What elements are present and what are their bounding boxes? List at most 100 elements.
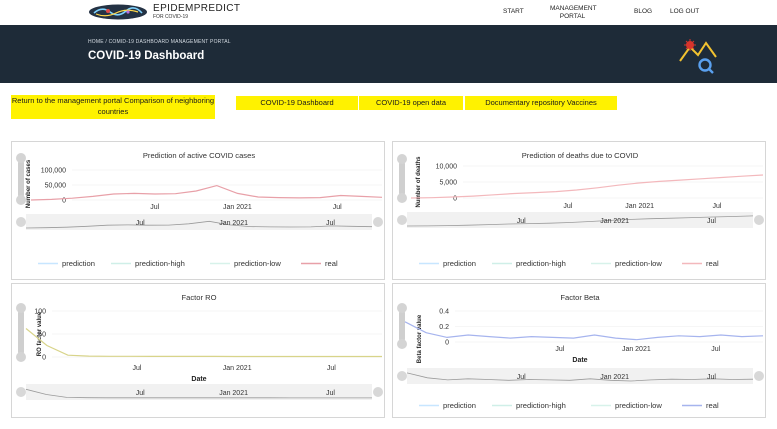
x-tick-label: Jan 2021	[223, 365, 252, 372]
range-left-handle[interactable]	[397, 215, 407, 225]
range-tick-label: Jul	[517, 218, 526, 225]
legend-item-prediction-high: prediction-high	[135, 259, 185, 268]
nav-logout-link[interactable]: LOG OUT	[670, 8, 699, 16]
y-range-slider-bottom-handle[interactable]	[397, 193, 407, 203]
legend-item-prediction-low: prediction-low	[615, 259, 662, 268]
y-range-slider-top-handle[interactable]	[397, 154, 407, 164]
x-tick-label: Jul	[133, 365, 142, 372]
y-range-slider-bottom-handle[interactable]	[397, 339, 407, 349]
deaths-chart[interactable]: Prediction of deaths due to COVID Number …	[393, 142, 767, 281]
series-line-real[interactable]	[25, 328, 382, 358]
range-tick-label: Jan 2021	[600, 374, 629, 381]
nav-blog-link[interactable]: BLOG	[634, 8, 652, 16]
series-line-real[interactable]	[404, 321, 764, 341]
x-axis-label: Date	[572, 357, 587, 364]
epidempredict-emblem-icon	[679, 39, 717, 74]
breadcrumb[interactable]: HOME / COMID-19 DASHBOARD MANAGEMENT POR…	[88, 39, 231, 45]
chart-title: Prediction of active COVID cases	[143, 151, 255, 160]
legend-item-real: real	[706, 401, 719, 410]
chart-title: Factor RO	[181, 293, 216, 302]
nav-management-portal-link[interactable]: MANAGEMENT PORTAL	[550, 5, 597, 22]
r0-chart-panel: Factor RO RO factor value 100 50 0 Jul Jan 202…	[11, 283, 385, 418]
range-right-handle[interactable]	[373, 387, 383, 397]
range-tick-label: Jul	[517, 374, 526, 381]
x-tick-label: Jan 2021	[625, 203, 654, 210]
range-tick-label: Jan 2021	[219, 220, 248, 227]
legend-item-prediction-high: prediction-high	[516, 259, 566, 268]
series-line-real[interactable]	[30, 184, 383, 201]
legend-item-prediction-low: prediction-low	[234, 259, 281, 268]
r0-chart[interactable]: Factor RORO factor value100500Jul Jan 202…	[12, 284, 386, 419]
range-tick-label: Jul	[707, 218, 716, 225]
legend-item-prediction: prediction	[443, 259, 476, 268]
covid-open-data-link[interactable]: COVID-19 open data	[359, 96, 463, 110]
y-tick-label: 0	[445, 340, 449, 347]
y-tick-label: 0.4	[439, 309, 449, 316]
x-tick-label: Jul	[563, 203, 572, 210]
brand-name: EPIDEMPREDICT	[153, 3, 241, 14]
cases-chart-panel: Prediction of active COVID cases Number o…	[11, 141, 385, 280]
range-selector[interactable]	[407, 368, 753, 384]
legend-item-real: real	[325, 259, 338, 268]
y-range-slider-top-handle[interactable]	[16, 303, 26, 313]
chart-title: Factor Beta	[560, 293, 600, 302]
x-tick-label: Jul	[333, 204, 342, 211]
x-axis-label: Date	[191, 376, 206, 383]
deaths-chart-panel: Prediction of deaths due to COVID Number …	[392, 141, 766, 280]
page-header: HOME / COMID-19 DASHBOARD MANAGEMENT POR…	[0, 25, 777, 83]
range-tick-label: Jul	[326, 390, 335, 397]
nav-start-link[interactable]: START	[503, 8, 524, 16]
range-left-handle[interactable]	[397, 371, 407, 381]
beta-chart-panel: Factor Beta Beta factor value 0.4 0.2 0 Jul Ja…	[392, 283, 766, 418]
x-tick-label: Jan 2021	[223, 204, 252, 211]
y-tick-label: 0	[42, 355, 46, 362]
legend-item-prediction: prediction	[443, 401, 476, 410]
documentary-repository-link[interactable]: Documentary repository Vaccines	[465, 96, 617, 110]
legend-item-real: real	[706, 259, 719, 268]
range-left-handle[interactable]	[16, 387, 26, 397]
range-left-handle[interactable]	[16, 217, 26, 227]
y-tick-label: 10,000	[436, 164, 458, 171]
y-range-slider-bottom-handle[interactable]	[16, 352, 26, 362]
range-tick-label: Jul	[707, 374, 716, 381]
brand[interactable]: EPIDEMPREDICT FOR COVID-19	[153, 4, 240, 20]
range-tick-label: Jul	[136, 220, 145, 227]
y-axis-label: Beta factor value	[417, 314, 423, 363]
y-tick-label: 50,000	[45, 183, 67, 190]
y-axis-label: Number of deaths	[416, 156, 422, 208]
y-tick-label: 5,000	[439, 180, 457, 187]
page-title: COVID-19 Dashboard	[88, 50, 205, 62]
legend-item-prediction-high: prediction-high	[516, 401, 566, 410]
range-right-handle[interactable]	[373, 217, 383, 227]
y-range-slider-top-handle[interactable]	[16, 153, 26, 163]
beta-chart[interactable]: Factor Beta Beta factor value 0.4 0.2 0 Jul Ja…	[393, 284, 767, 419]
x-tick-label: Jul	[711, 346, 720, 353]
return-to-portal-link[interactable]: Return to the management portal Comparis…	[11, 95, 215, 119]
range-tick-label: Jan 2021	[219, 390, 248, 397]
y-tick-label: 100,000	[41, 168, 66, 175]
y-tick-label: 50	[38, 332, 46, 339]
y-tick-label: 100	[34, 309, 46, 316]
brand-subtitle: FOR COVID-19	[153, 14, 189, 20]
range-selector[interactable]	[26, 214, 372, 230]
top-navigation: EPIDEMPREDICT FOR COVID-19 START MANAGEM…	[0, 0, 777, 25]
legend-item-prediction-low: prediction-low	[615, 401, 662, 410]
covid-dashboard-link[interactable]: COVID-19 Dashboard	[236, 96, 358, 110]
chart-title: Prediction of deaths due to COVID	[522, 151, 639, 160]
x-tick-label: Jul	[327, 365, 336, 372]
y-range-slider-top-handle[interactable]	[397, 303, 407, 313]
x-tick-label: Jul	[150, 204, 159, 211]
range-right-handle[interactable]	[754, 371, 764, 381]
y-axis-label: Number of cases	[26, 159, 32, 208]
legend-item-prediction: prediction	[62, 259, 95, 268]
range-right-handle[interactable]	[754, 215, 764, 225]
x-tick-label: Jan 2021	[622, 346, 651, 353]
y-range-slider-bottom-handle[interactable]	[16, 195, 26, 205]
epidempredict-logo-icon[interactable]	[88, 4, 148, 20]
x-tick-label: Jul	[555, 346, 564, 353]
y-tick-label: 0.2	[439, 324, 449, 331]
cases-chart[interactable]: Prediction of active COVID cases Number o…	[12, 142, 386, 281]
series-line-real[interactable]	[410, 174, 764, 199]
range-tick-label: Jul	[326, 220, 335, 227]
x-tick-label: Jul	[712, 203, 721, 210]
